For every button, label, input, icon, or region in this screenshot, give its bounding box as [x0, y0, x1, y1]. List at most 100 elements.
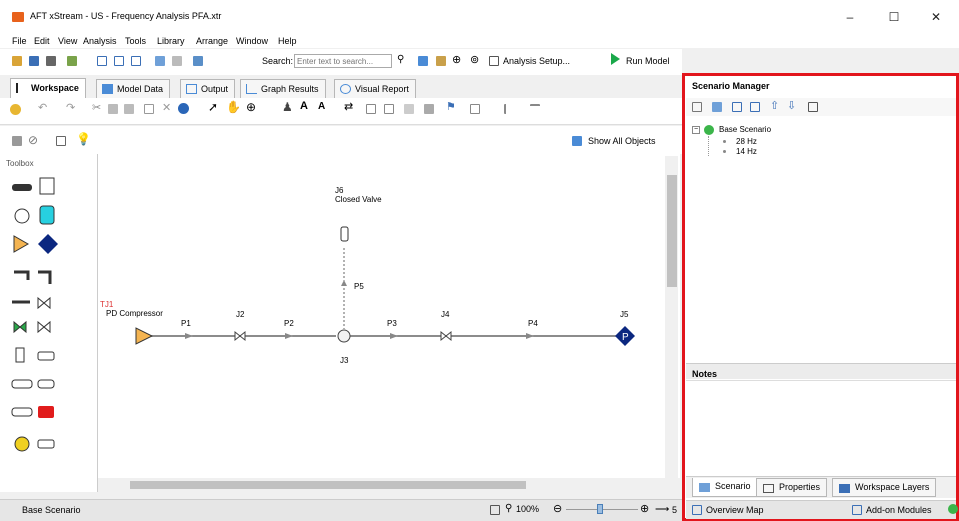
overview-map-button[interactable]: Overview Map	[706, 505, 764, 515]
tab-graph-results[interactable]: Graph Results	[240, 79, 326, 98]
tab-workspace-layers[interactable]: Workspace Layers	[832, 478, 937, 497]
help-icon[interactable]	[10, 104, 21, 115]
open-icon[interactable]	[12, 56, 22, 66]
layers-icon[interactable]	[12, 136, 22, 146]
new-scenario-icon[interactable]	[692, 102, 702, 112]
run-icon[interactable]	[611, 53, 620, 65]
hide-icon[interactable]: ⊘	[28, 133, 38, 147]
tab-label: Workspace	[31, 83, 79, 93]
maximize-button[interactable]: ☐	[874, 6, 914, 28]
tab-properties[interactable]: Properties	[756, 478, 828, 497]
menu-arrange[interactable]: Arrange	[196, 36, 228, 46]
addon-modules-button[interactable]: Add-on Modules	[866, 505, 932, 515]
paste-icon[interactable]	[124, 104, 134, 114]
zoom-in-button[interactable]: ⊕	[640, 502, 649, 515]
close-button[interactable]: ✕	[916, 6, 956, 28]
chart-icon[interactable]	[436, 56, 446, 66]
tank-tool-icon	[39, 205, 55, 225]
move-up-icon[interactable]: ⇧	[770, 99, 779, 112]
menu-help[interactable]: Help	[278, 36, 297, 46]
font-down-icon[interactable]: A	[318, 101, 325, 112]
show-all-icon[interactable]	[572, 136, 582, 146]
rename-scenario-icon[interactable]	[750, 102, 760, 112]
align-top-icon[interactable]	[530, 104, 540, 114]
fit-icon[interactable]	[490, 505, 500, 515]
menu-file[interactable]: File	[12, 36, 27, 46]
scenario-item-14hz[interactable]: 14 Hz	[736, 147, 757, 156]
save-icon[interactable]	[29, 56, 39, 66]
delete-icon[interactable]: ✕	[162, 101, 171, 114]
font-up-icon[interactable]: A	[300, 100, 308, 112]
menu-window[interactable]: Window	[236, 36, 268, 46]
search-icon[interactable]: ⚲	[397, 54, 404, 65]
j5-letter: P	[622, 332, 629, 343]
collapse-icon[interactable]: −	[692, 126, 700, 134]
cut-icon[interactable]: ✂	[92, 101, 101, 114]
orifice-tool-icon	[11, 379, 33, 389]
analysis-setup-icon[interactable]	[489, 56, 499, 66]
align-icon[interactable]: ⇄	[344, 100, 353, 113]
copy-icon[interactable]	[67, 56, 77, 66]
clone-scenario-icon[interactable]	[732, 102, 742, 112]
scenario-item-28hz[interactable]: 28 Hz	[736, 137, 757, 146]
pan-icon[interactable]: ✋	[226, 100, 241, 114]
target-icon[interactable]: ⊚	[470, 53, 479, 66]
zoom-slider-thumb[interactable]	[597, 504, 603, 514]
zoom-icon[interactable]: ⊕	[246, 100, 256, 114]
horizontal-scroll-thumb[interactable]	[130, 481, 526, 489]
redo-icon[interactable]: ↷	[66, 101, 75, 114]
analysis-setup-button[interactable]: Analysis Setup...	[503, 56, 570, 66]
pointer-icon[interactable]: ➚	[208, 100, 218, 114]
undo-icon[interactable]: ↶	[38, 101, 47, 114]
scenario-toolbar	[686, 98, 956, 116]
addon-icon[interactable]	[852, 505, 862, 515]
shape-icon[interactable]	[366, 104, 376, 114]
annotation-icon[interactable]	[56, 136, 66, 146]
overview-map-icon[interactable]	[692, 505, 702, 515]
pipe-icon[interactable]	[470, 104, 480, 114]
zoom-out-button[interactable]: ⊖	[553, 502, 562, 515]
print-icon[interactable]	[46, 56, 56, 66]
move-down-icon[interactable]: ⇩	[787, 99, 796, 112]
sheet-icon[interactable]	[193, 56, 203, 66]
vertical-scroll-thumb[interactable]	[667, 175, 677, 287]
layout-icon[interactable]	[97, 56, 107, 66]
annotate-icon[interactable]: ⚑	[446, 100, 456, 113]
tree-icon[interactable]	[155, 56, 165, 66]
menu-analysis[interactable]: Analysis	[83, 36, 117, 46]
color-icon[interactable]	[178, 103, 189, 114]
heat-exchanger-tool-icon	[11, 407, 33, 417]
grid-icon[interactable]	[172, 56, 182, 66]
child-scenario-icon[interactable]	[712, 102, 722, 112]
run-model-button[interactable]: Run Model	[626, 56, 670, 66]
menu-library[interactable]: Library	[157, 36, 185, 46]
ungroup-icon[interactable]	[424, 104, 434, 114]
bulb-icon[interactable]: 💡	[76, 132, 91, 146]
tab-model-data[interactable]: Model Data	[96, 79, 171, 98]
split-icon[interactable]	[114, 56, 124, 66]
flask-icon[interactable]	[418, 56, 428, 66]
flow-arrow	[185, 333, 193, 339]
search-input[interactable]	[294, 54, 392, 68]
notes-text-area[interactable]	[686, 380, 956, 474]
shape2-icon[interactable]	[384, 104, 394, 114]
distribute-icon[interactable]	[504, 104, 514, 114]
tab-output[interactable]: Output	[180, 79, 236, 98]
minimize-button[interactable]: –	[830, 6, 870, 28]
menu-tools[interactable]: Tools	[125, 36, 146, 46]
tab-scenario[interactable]: Scenario	[692, 478, 758, 497]
group-icon[interactable]	[404, 104, 414, 114]
flow-arrow	[390, 333, 398, 339]
network-icon[interactable]: ⊕	[452, 53, 461, 66]
tab-visual-report[interactable]: Visual Report	[334, 79, 416, 98]
rows-icon[interactable]	[131, 56, 141, 66]
menu-edit[interactable]: Edit	[34, 36, 50, 46]
find-icon[interactable]: ♟	[282, 100, 293, 114]
scenario-options-icon[interactable]	[808, 102, 818, 112]
scenario-item-base[interactable]: Base Scenario	[719, 125, 771, 134]
menu-view[interactable]: View	[58, 36, 77, 46]
select-box-icon[interactable]	[144, 104, 154, 114]
show-all-objects-button[interactable]: Show All Objects	[588, 136, 656, 146]
tab-workspace[interactable]: Workspace	[10, 78, 86, 98]
copy-icon[interactable]	[108, 104, 118, 114]
